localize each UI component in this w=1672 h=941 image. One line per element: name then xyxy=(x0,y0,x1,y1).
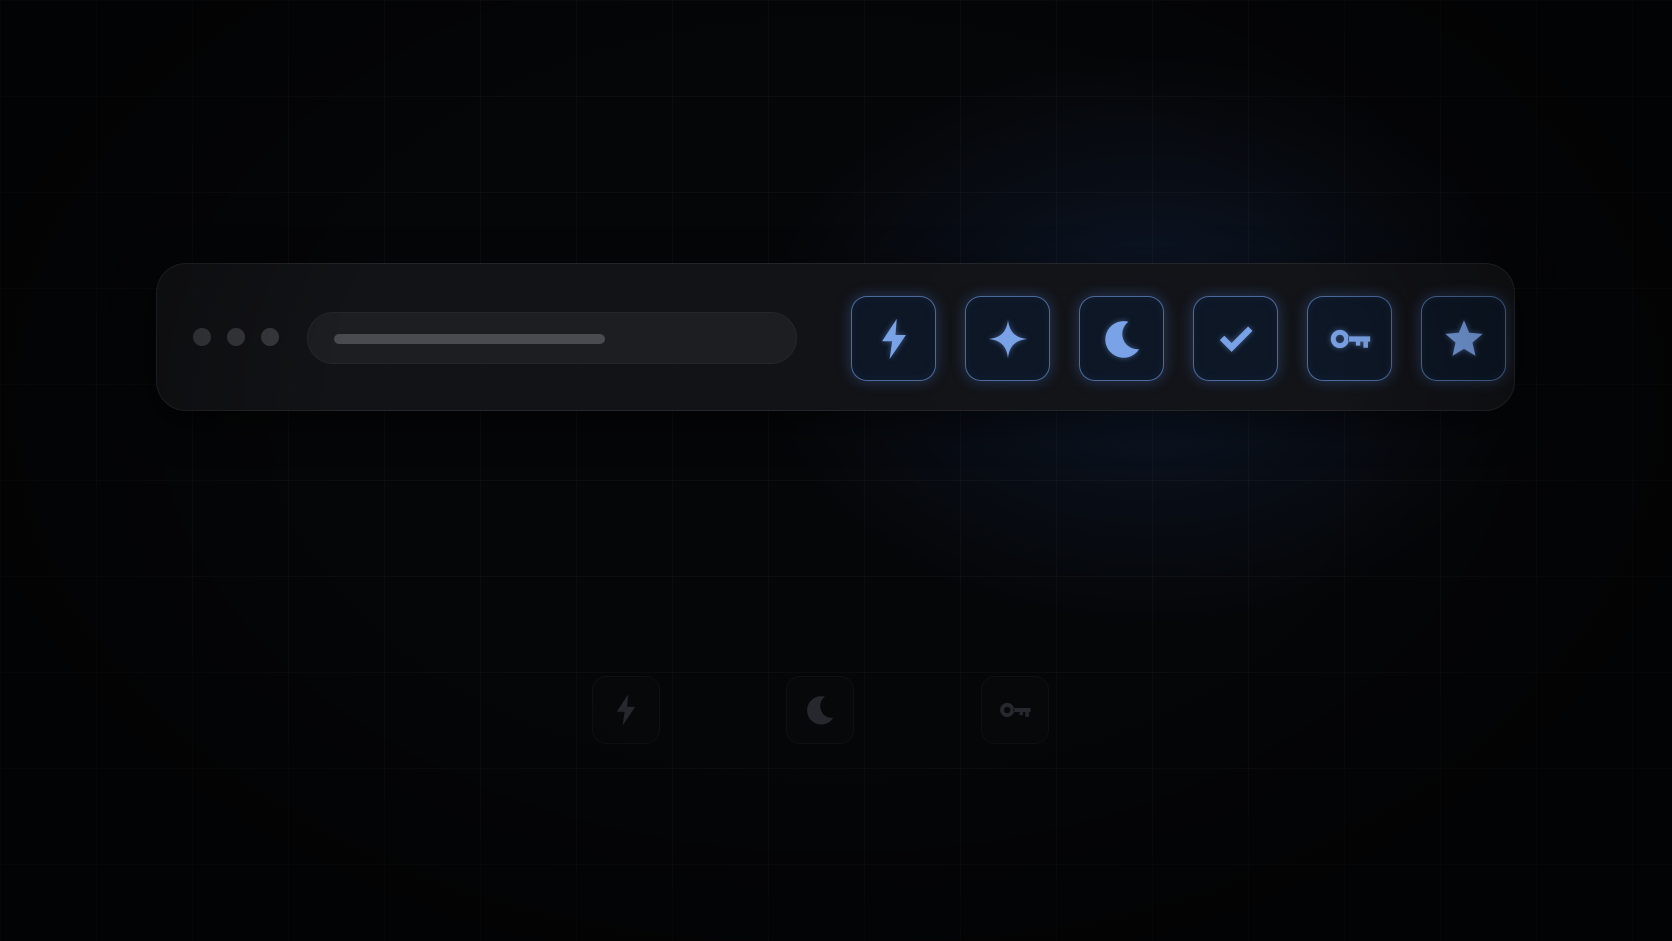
star-icon xyxy=(1444,319,1483,356)
window-dot-close[interactable] xyxy=(193,328,211,346)
window-dot-maximize[interactable] xyxy=(261,328,279,346)
lightning-button[interactable] xyxy=(851,296,936,381)
key-button[interactable] xyxy=(1307,296,1392,381)
icon-button-row xyxy=(851,296,1506,381)
checkmark-icon xyxy=(1219,326,1252,352)
address-bar[interactable] xyxy=(307,312,797,364)
moon-button[interactable] xyxy=(1079,296,1164,381)
reflection-tile-moon xyxy=(786,676,854,744)
background-grid xyxy=(0,0,1672,941)
crescent-moon-icon xyxy=(1104,320,1139,358)
lightning-bolt-icon xyxy=(616,694,636,726)
window-dot-minimize[interactable] xyxy=(227,328,245,346)
vignette-overlay xyxy=(0,0,1672,941)
star-button[interactable] xyxy=(1421,296,1506,381)
sparkle-button[interactable] xyxy=(965,296,1050,381)
crescent-moon-icon xyxy=(807,696,834,725)
reflection-tile-key xyxy=(981,676,1049,744)
address-placeholder-bar xyxy=(334,334,605,344)
window-controls xyxy=(193,328,279,346)
sparkle-icon xyxy=(988,319,1027,358)
key-icon xyxy=(1330,329,1370,348)
key-icon xyxy=(1000,702,1031,718)
check-button[interactable] xyxy=(1193,296,1278,381)
browser-toolbar xyxy=(156,263,1515,411)
lightning-bolt-icon xyxy=(881,318,906,359)
reflection-tile-lightning xyxy=(592,676,660,744)
background-stage xyxy=(0,0,1672,941)
